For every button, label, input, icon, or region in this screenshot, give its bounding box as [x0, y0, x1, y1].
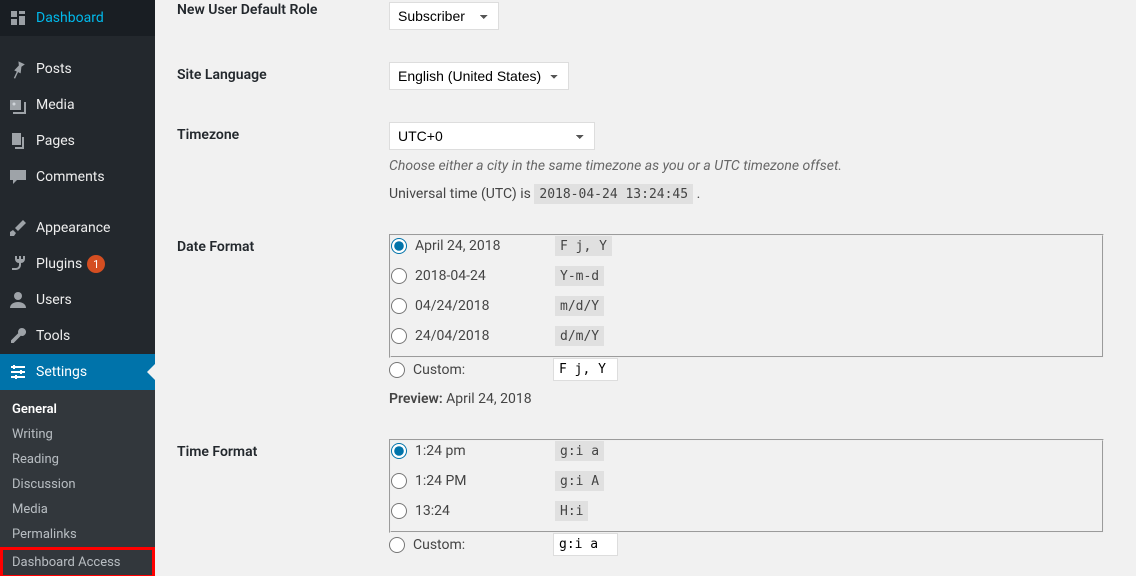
label-time-format: Time Format — [177, 424, 377, 576]
submenu-item-reading[interactable]: Reading — [0, 447, 155, 472]
date-format-custom-label: Custom: — [413, 362, 553, 378]
media-icon — [8, 95, 28, 115]
submenu-item-discussion[interactable]: Discussion — [0, 472, 155, 497]
sidebar-item-label: Users — [36, 292, 72, 308]
settings-content: New User Default Role Subscriber Site La… — [155, 0, 1136, 576]
date-format-display-3: 24/04/2018 — [415, 328, 555, 344]
sidebar-item-media[interactable]: Media — [0, 87, 155, 123]
update-badge: 1 — [87, 255, 105, 273]
date-format-code-2: m/d/Y — [555, 296, 604, 316]
row-new-user-role: New User Default Role Subscriber — [177, 2, 1114, 45]
date-format-radio-1[interactable] — [391, 268, 407, 284]
wrench-icon — [8, 326, 28, 346]
sidebar-item-label: Appearance — [36, 220, 110, 236]
sidebar-item-pages[interactable]: Pages — [0, 123, 155, 159]
time-format-code-1: g:i A — [555, 471, 604, 491]
select-timezone[interactable]: UTC+0 — [389, 122, 595, 150]
sidebar-item-label: Posts — [36, 61, 72, 77]
time-format-radio-1[interactable] — [391, 473, 407, 489]
sidebar-item-comments[interactable]: Comments — [0, 159, 155, 195]
date-format-radio-3[interactable] — [391, 328, 407, 344]
date-format-custom-input[interactable] — [553, 358, 618, 381]
sidebar-item-label: Plugins — [36, 256, 82, 272]
select-site-language[interactable]: English (United States) — [389, 62, 569, 90]
row-timezone: Timezone UTC+0 Choose either a city in t… — [177, 107, 1114, 217]
date-format-radio-2[interactable] — [391, 298, 407, 314]
settings-icon — [8, 362, 28, 382]
brush-icon — [8, 218, 28, 238]
time-format-radio-0[interactable] — [391, 443, 407, 459]
date-format-code-3: d/m/Y — [555, 326, 604, 346]
time-format-custom-label: Custom: — [413, 537, 553, 553]
sidebar-item-label: Tools — [36, 328, 70, 344]
utc-time-line: Universal time (UTC) is 2018-04-24 13:24… — [389, 186, 1104, 202]
dashboard-icon — [8, 8, 28, 28]
time-format-display-1: 1:24 PM — [415, 473, 555, 489]
pages-icon — [8, 131, 28, 151]
sidebar-item-settings[interactable]: Settings — [0, 354, 155, 390]
time-format-radio-2[interactable] — [391, 503, 407, 519]
date-format-fieldset: April 24, 2018F j, Y2018-04-24Y-m-d04/24… — [389, 234, 1104, 358]
label-new-user-role: New User Default Role — [177, 2, 377, 45]
date-format-preview: Preview: April 24, 2018 — [389, 391, 1104, 407]
pin-icon — [8, 59, 28, 79]
sidebar-item-users[interactable]: Users — [0, 282, 155, 318]
sidebar-item-label: Settings — [36, 364, 87, 380]
submenu-item-media[interactable]: Media — [0, 497, 155, 522]
date-format-display-2: 04/24/2018 — [415, 298, 555, 314]
row-site-language: Site Language English (United States) — [177, 47, 1114, 105]
row-date-format: Date Format April 24, 2018F j, Y2018-04-… — [177, 219, 1114, 422]
sidebar-item-posts[interactable]: Posts — [0, 51, 155, 87]
date-format-code-0: F j, Y — [555, 236, 612, 256]
sidebar-item-plugins[interactable]: Plugins 1 — [0, 246, 155, 282]
time-format-code-0: g:i a — [555, 441, 604, 461]
sidebar-item-tools[interactable]: Tools — [0, 318, 155, 354]
admin-sidebar: Dashboard Posts Media Pages Comments Appearan… — [0, 0, 155, 576]
time-format-radio-custom[interactable] — [389, 537, 405, 553]
time-format-display-0: 1:24 pm — [415, 443, 555, 459]
sidebar-item-label: Dashboard — [36, 10, 104, 26]
date-format-display-1: 2018-04-24 — [415, 268, 555, 284]
time-format-fieldset: 1:24 pmg:i a1:24 PMg:i A13:24H:i — [389, 439, 1104, 533]
time-format-custom-input[interactable] — [553, 533, 618, 556]
timezone-description: Choose either a city in the same timezon… — [389, 158, 1104, 174]
sidebar-item-label: Media — [36, 97, 75, 113]
date-format-code-1: Y-m-d — [555, 266, 604, 286]
sidebar-item-dashboard[interactable]: Dashboard — [0, 0, 155, 36]
sidebar-item-appearance[interactable]: Appearance — [0, 210, 155, 246]
label-timezone: Timezone — [177, 107, 377, 217]
time-format-code-2: H:i — [555, 501, 588, 521]
label-date-format: Date Format — [177, 219, 377, 422]
date-format-radio-0[interactable] — [391, 238, 407, 254]
user-icon — [8, 290, 28, 310]
row-time-format: Time Format 1:24 pmg:i a1:24 PMg:i A13:2… — [177, 424, 1114, 576]
date-format-radio-custom[interactable] — [389, 362, 405, 378]
submenu-item-dashboard-access[interactable]: Dashboard Access — [0, 547, 155, 576]
date-format-display-0: April 24, 2018 — [415, 238, 555, 254]
plug-icon — [8, 254, 28, 274]
comment-icon — [8, 167, 28, 187]
select-new-user-role[interactable]: Subscriber — [389, 2, 499, 30]
sidebar-item-label: Comments — [36, 169, 105, 185]
utc-time-code: 2018-04-24 13:24:45 — [534, 184, 693, 204]
submenu-item-general[interactable]: General — [0, 397, 155, 422]
submenu-item-writing[interactable]: Writing — [0, 422, 155, 447]
submenu-item-permalinks[interactable]: Permalinks — [0, 522, 155, 547]
time-format-display-2: 13:24 — [415, 503, 555, 519]
settings-submenu: GeneralWritingReadingDiscussionMediaPerm… — [0, 390, 155, 576]
label-site-language: Site Language — [177, 47, 377, 105]
sidebar-item-label: Pages — [36, 133, 75, 149]
